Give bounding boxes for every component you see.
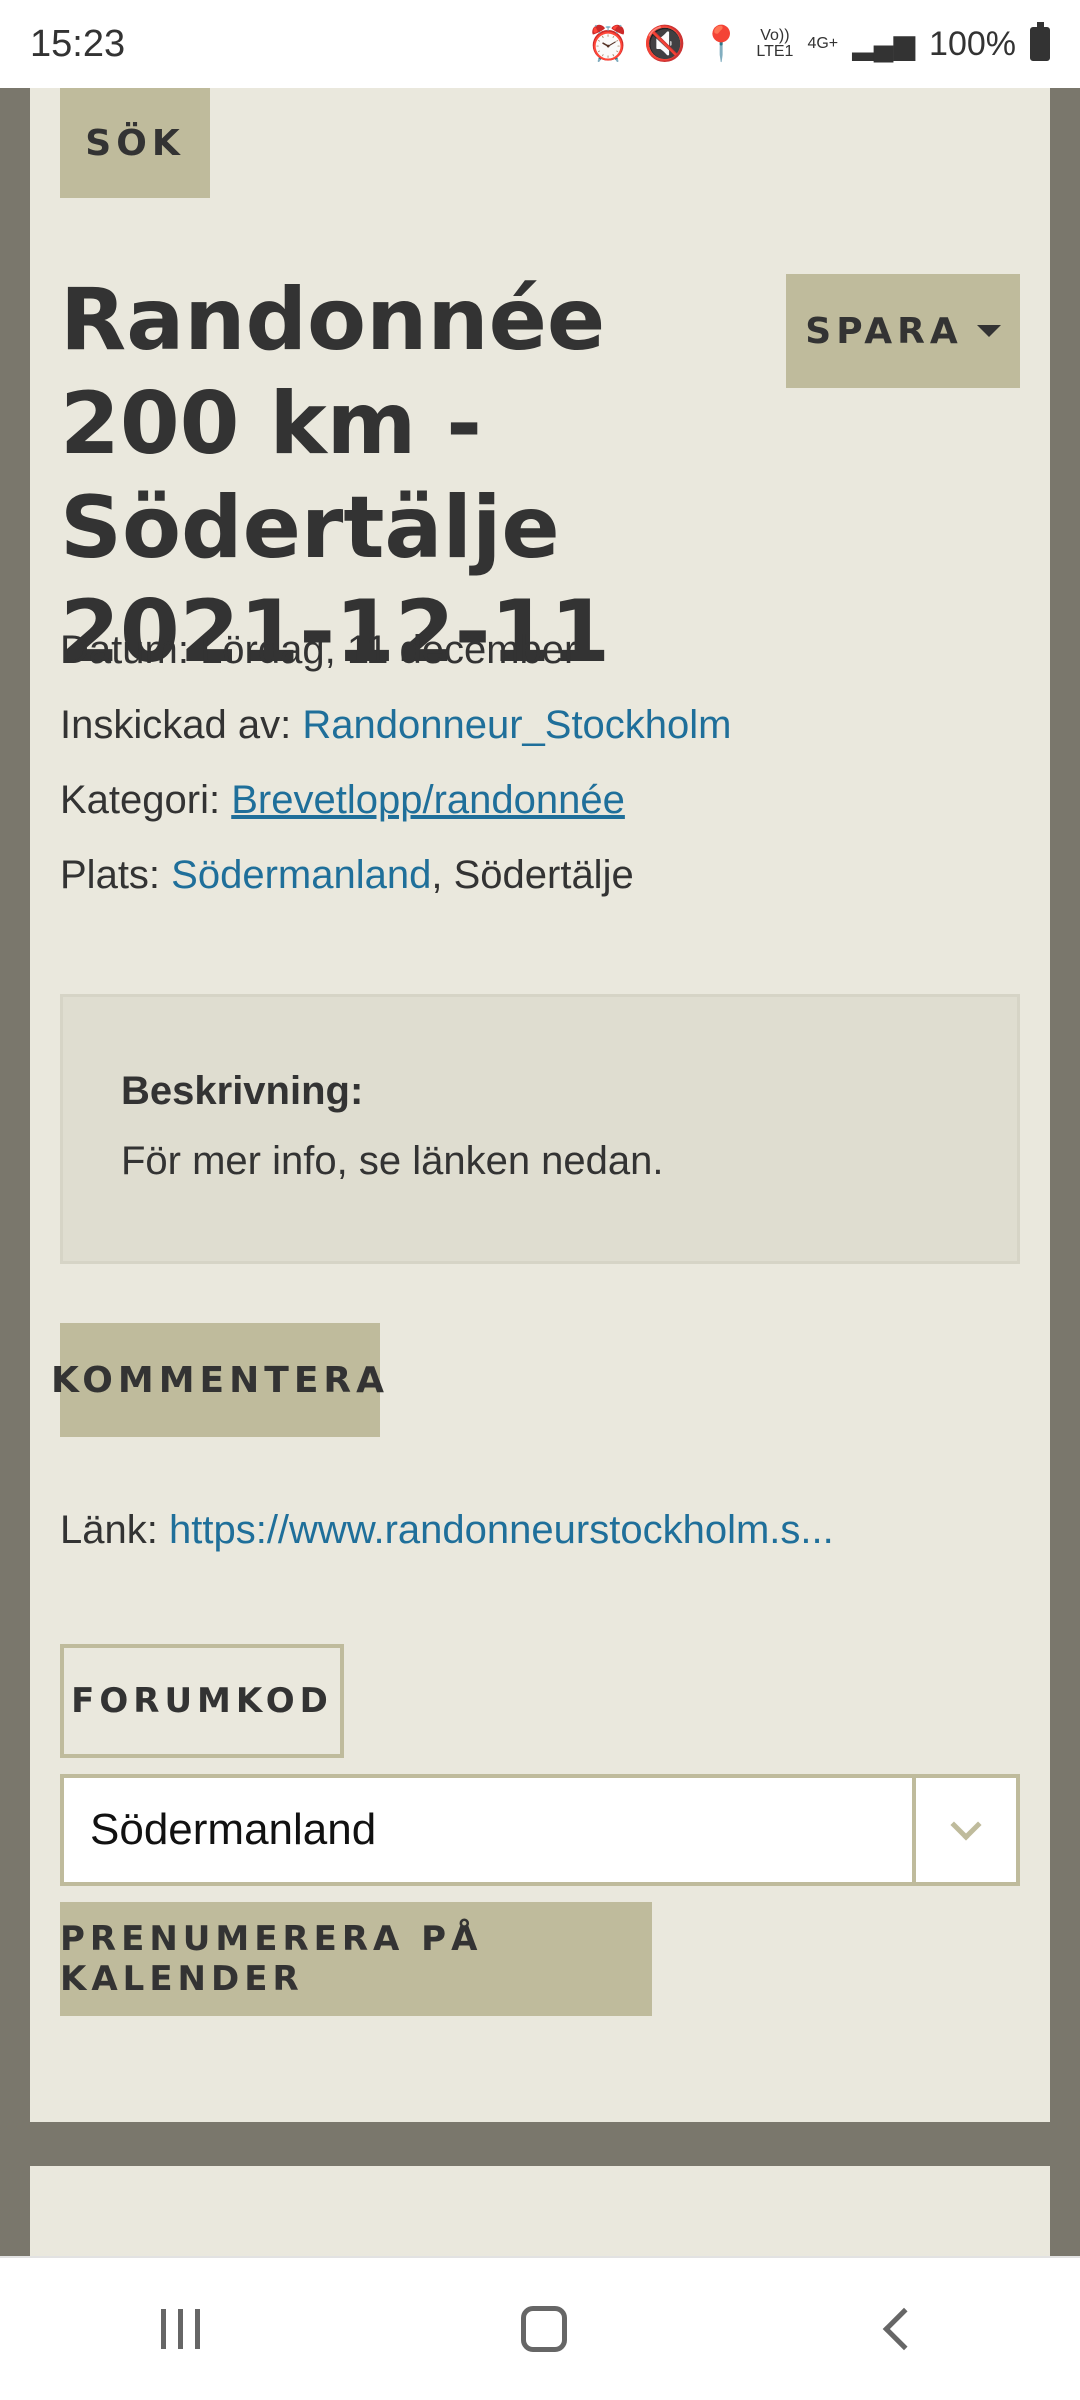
network-type: 4G+ <box>807 35 839 52</box>
system-navigation-bar <box>0 2256 1080 2400</box>
submitter-link[interactable]: Randonneur_Stockholm <box>302 703 731 747</box>
save-button-label: SPARA <box>805 310 963 352</box>
link-label: Länk: <box>60 1508 158 1552</box>
page-viewport[interactable]: SÖK Randonnée 200 km - Södertälje 2021-1… <box>0 88 1080 2256</box>
alarm-icon: ⏰ <box>587 25 630 63</box>
subscribe-calendar-button[interactable]: PRENUMERERA PÅ KALENDER <box>60 1902 652 2016</box>
event-place: Plats: Södermanland, Södertälje <box>60 853 634 898</box>
location-icon: 📍 <box>700 25 743 63</box>
comment-button[interactable]: KOMMENTERA <box>51 1323 384 1437</box>
description-label: Beskrivning: <box>121 1069 364 1113</box>
mute-icon: 🔇 <box>643 25 687 63</box>
event-date: Datum: Lördag, 11 december <box>60 628 577 673</box>
place-region-link[interactable]: Södermanland <box>171 853 431 897</box>
caret-down-icon <box>976 325 1001 337</box>
region-select-toggle[interactable] <box>912 1778 1016 1882</box>
place-city: , Södertälje <box>431 853 634 897</box>
status-bar: 15:23 ⏰ 🔇 📍 Vo)) LTE1 4G+ ▂▄▆ 100% <box>0 0 1080 88</box>
category-link[interactable]: Brevetlopp/randonnée <box>231 778 625 822</box>
date-label: Datum: <box>60 628 189 672</box>
event-submitter: Inskickad av: Randonneur_Stockholm <box>60 703 732 748</box>
home-icon[interactable] <box>521 2306 568 2352</box>
event-card: SÖK Randonnée 200 km - Södertälje 2021-1… <box>30 88 1050 2122</box>
status-icons: ⏰ 🔇 📍 Vo)) LTE1 4G+ ▂▄▆ 100% <box>587 22 1050 64</box>
description-text: För mer info, se länken nedan. <box>121 1139 664 1183</box>
region-select-value[interactable]: Södermanland <box>64 1778 912 1882</box>
place-label: Plats: <box>60 853 161 897</box>
region-select[interactable]: Södermanland <box>60 1774 1020 1886</box>
event-link-row: Länk: https://www.randonneurstockholm.s.… <box>60 1508 834 1553</box>
recent-apps-icon[interactable] <box>160 2309 200 2349</box>
date-value: Lördag, 11 december <box>200 628 578 672</box>
back-icon[interactable] <box>882 2307 926 2351</box>
search-button[interactable]: SÖK <box>60 88 210 198</box>
battery-level: 100% <box>929 24 1016 63</box>
event-url-link[interactable]: https://www.randonneurstockholm.s... <box>169 1508 834 1552</box>
event-title: Randonnée 200 km - Södertälje 2021-12-11 <box>60 270 611 682</box>
status-time: 15:23 <box>30 22 126 65</box>
volte-indicator: Vo)) LTE1 <box>756 27 794 60</box>
chevron-down-icon <box>950 1809 982 1841</box>
submitted-label: Inskickad av: <box>60 703 292 747</box>
category-label: Kategori: <box>60 778 221 822</box>
battery-icon <box>1030 22 1050 61</box>
next-card <box>30 2166 1050 2256</box>
save-button[interactable]: SPARA <box>786 274 1020 388</box>
forumcode-button[interactable]: FORUMKOD <box>60 1644 344 1758</box>
signal-icon: ▂▄▆ <box>852 28 916 60</box>
description-box: Beskrivning: För mer info, se länken ned… <box>60 994 1020 1264</box>
event-category: Kategori: Brevetlopp/randonnée <box>60 778 625 823</box>
